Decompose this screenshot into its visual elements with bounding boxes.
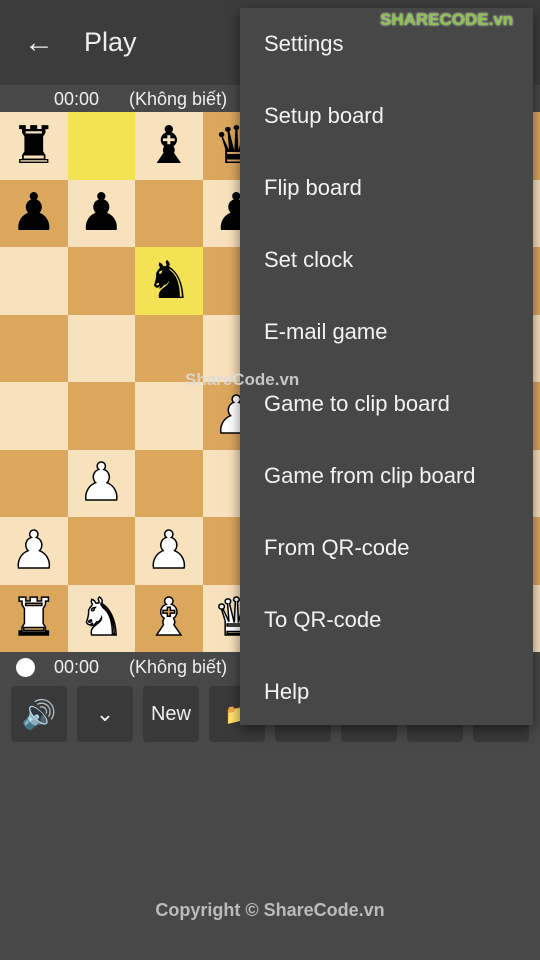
sharecode-logo: SHARECODE.vn: [380, 10, 514, 29]
square-b1[interactable]: ♞: [67, 584, 135, 652]
square-b6[interactable]: [67, 247, 135, 315]
top-clock-player: (Không biết): [129, 88, 228, 109]
menu-item-flip-board[interactable]: Flip board: [240, 152, 533, 224]
square-b2[interactable]: [67, 517, 135, 585]
square-b8[interactable]: [67, 112, 135, 180]
white-bishop-icon[interactable]: ♝: [145, 592, 193, 646]
bottom-clock-time: 00:00: [54, 656, 100, 677]
overflow-menu: Settings Setup board Flip board Set cloc…: [240, 8, 533, 725]
page-title: Play: [84, 27, 137, 57]
copyright: Copyright © ShareCode.vn: [155, 900, 385, 920]
square-c6[interactable]: ♞: [135, 247, 203, 315]
speaker-icon: 🔊: [21, 698, 57, 730]
menu-item-game-from-clipboard[interactable]: Game from clip board: [240, 440, 533, 512]
menu-item-email-game[interactable]: E-mail game: [240, 296, 533, 368]
sound-button[interactable]: 🔊: [11, 686, 67, 742]
square-a5[interactable]: [0, 314, 68, 382]
black-pawn-icon[interactable]: ♟: [78, 187, 125, 239]
expand-button[interactable]: ⌄: [77, 686, 133, 742]
menu-item-setup-board[interactable]: Setup board: [240, 80, 533, 152]
square-c7[interactable]: [135, 179, 203, 247]
new-label: New: [150, 702, 191, 725]
square-c8[interactable]: ♝: [135, 112, 203, 180]
square-b3[interactable]: ♟: [67, 449, 135, 517]
square-a4[interactable]: [0, 382, 68, 450]
square-a7[interactable]: ♟: [0, 179, 68, 247]
back-arrow-icon[interactable]: ←: [24, 26, 64, 60]
white-rook-icon[interactable]: ♜: [10, 592, 58, 646]
white-pawn-icon[interactable]: ♟: [77, 457, 125, 511]
bottom-clock-player: (Không biết): [129, 656, 228, 677]
menu-item-set-clock[interactable]: Set clock: [240, 224, 533, 296]
square-b7[interactable]: ♟: [67, 179, 135, 247]
top-clock-time: 00:00: [54, 88, 100, 109]
black-rook-icon[interactable]: ♜: [10, 120, 57, 172]
black-bishop-icon[interactable]: ♝: [145, 120, 192, 172]
square-a1[interactable]: ♜: [0, 584, 68, 652]
black-knight-icon[interactable]: ♞: [145, 255, 192, 307]
square-b5[interactable]: [67, 314, 135, 382]
square-b4[interactable]: [67, 382, 135, 450]
menu-item-help[interactable]: Help: [240, 656, 533, 728]
chevron-down-icon: ⌄: [95, 701, 115, 726]
square-c1[interactable]: ♝: [135, 584, 203, 652]
square-a2[interactable]: ♟: [0, 517, 68, 585]
new-game-button[interactable]: New: [143, 686, 199, 742]
watermark: ShareCode.vn: [185, 370, 300, 389]
square-c3[interactable]: [135, 449, 203, 517]
square-c4[interactable]: [135, 382, 203, 450]
white-pawn-icon[interactable]: ♟: [10, 524, 58, 578]
square-a6[interactable]: [0, 247, 68, 315]
white-knight-icon[interactable]: ♞: [77, 592, 125, 646]
menu-item-to-qr[interactable]: To QR-code: [240, 584, 533, 656]
menu-item-from-qr[interactable]: From QR-code: [240, 512, 533, 584]
black-pawn-icon[interactable]: ♟: [10, 187, 57, 239]
square-a8[interactable]: ♜: [0, 112, 68, 180]
square-c2[interactable]: ♟: [135, 517, 203, 585]
white-pawn-icon[interactable]: ♟: [145, 524, 193, 578]
turn-indicator-icon: [16, 657, 35, 677]
square-a3[interactable]: [0, 449, 68, 517]
